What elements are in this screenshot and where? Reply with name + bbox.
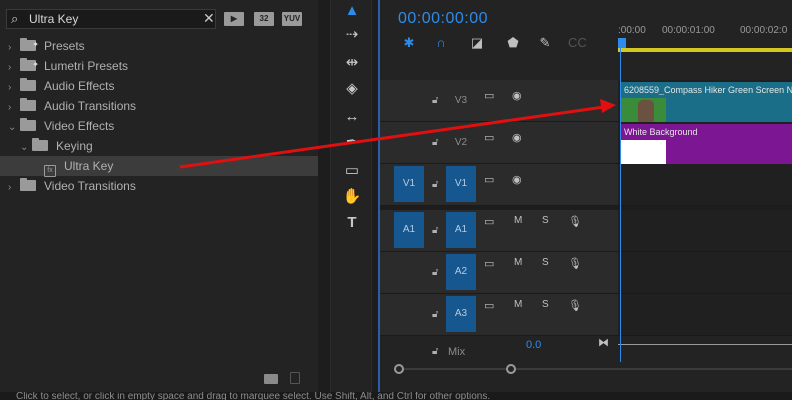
status-bar: Click to select, or click in empty space…	[0, 392, 792, 400]
status-text: Click to select, or click in empty space…	[16, 392, 491, 400]
annotation-arrow	[179, 99, 616, 169]
